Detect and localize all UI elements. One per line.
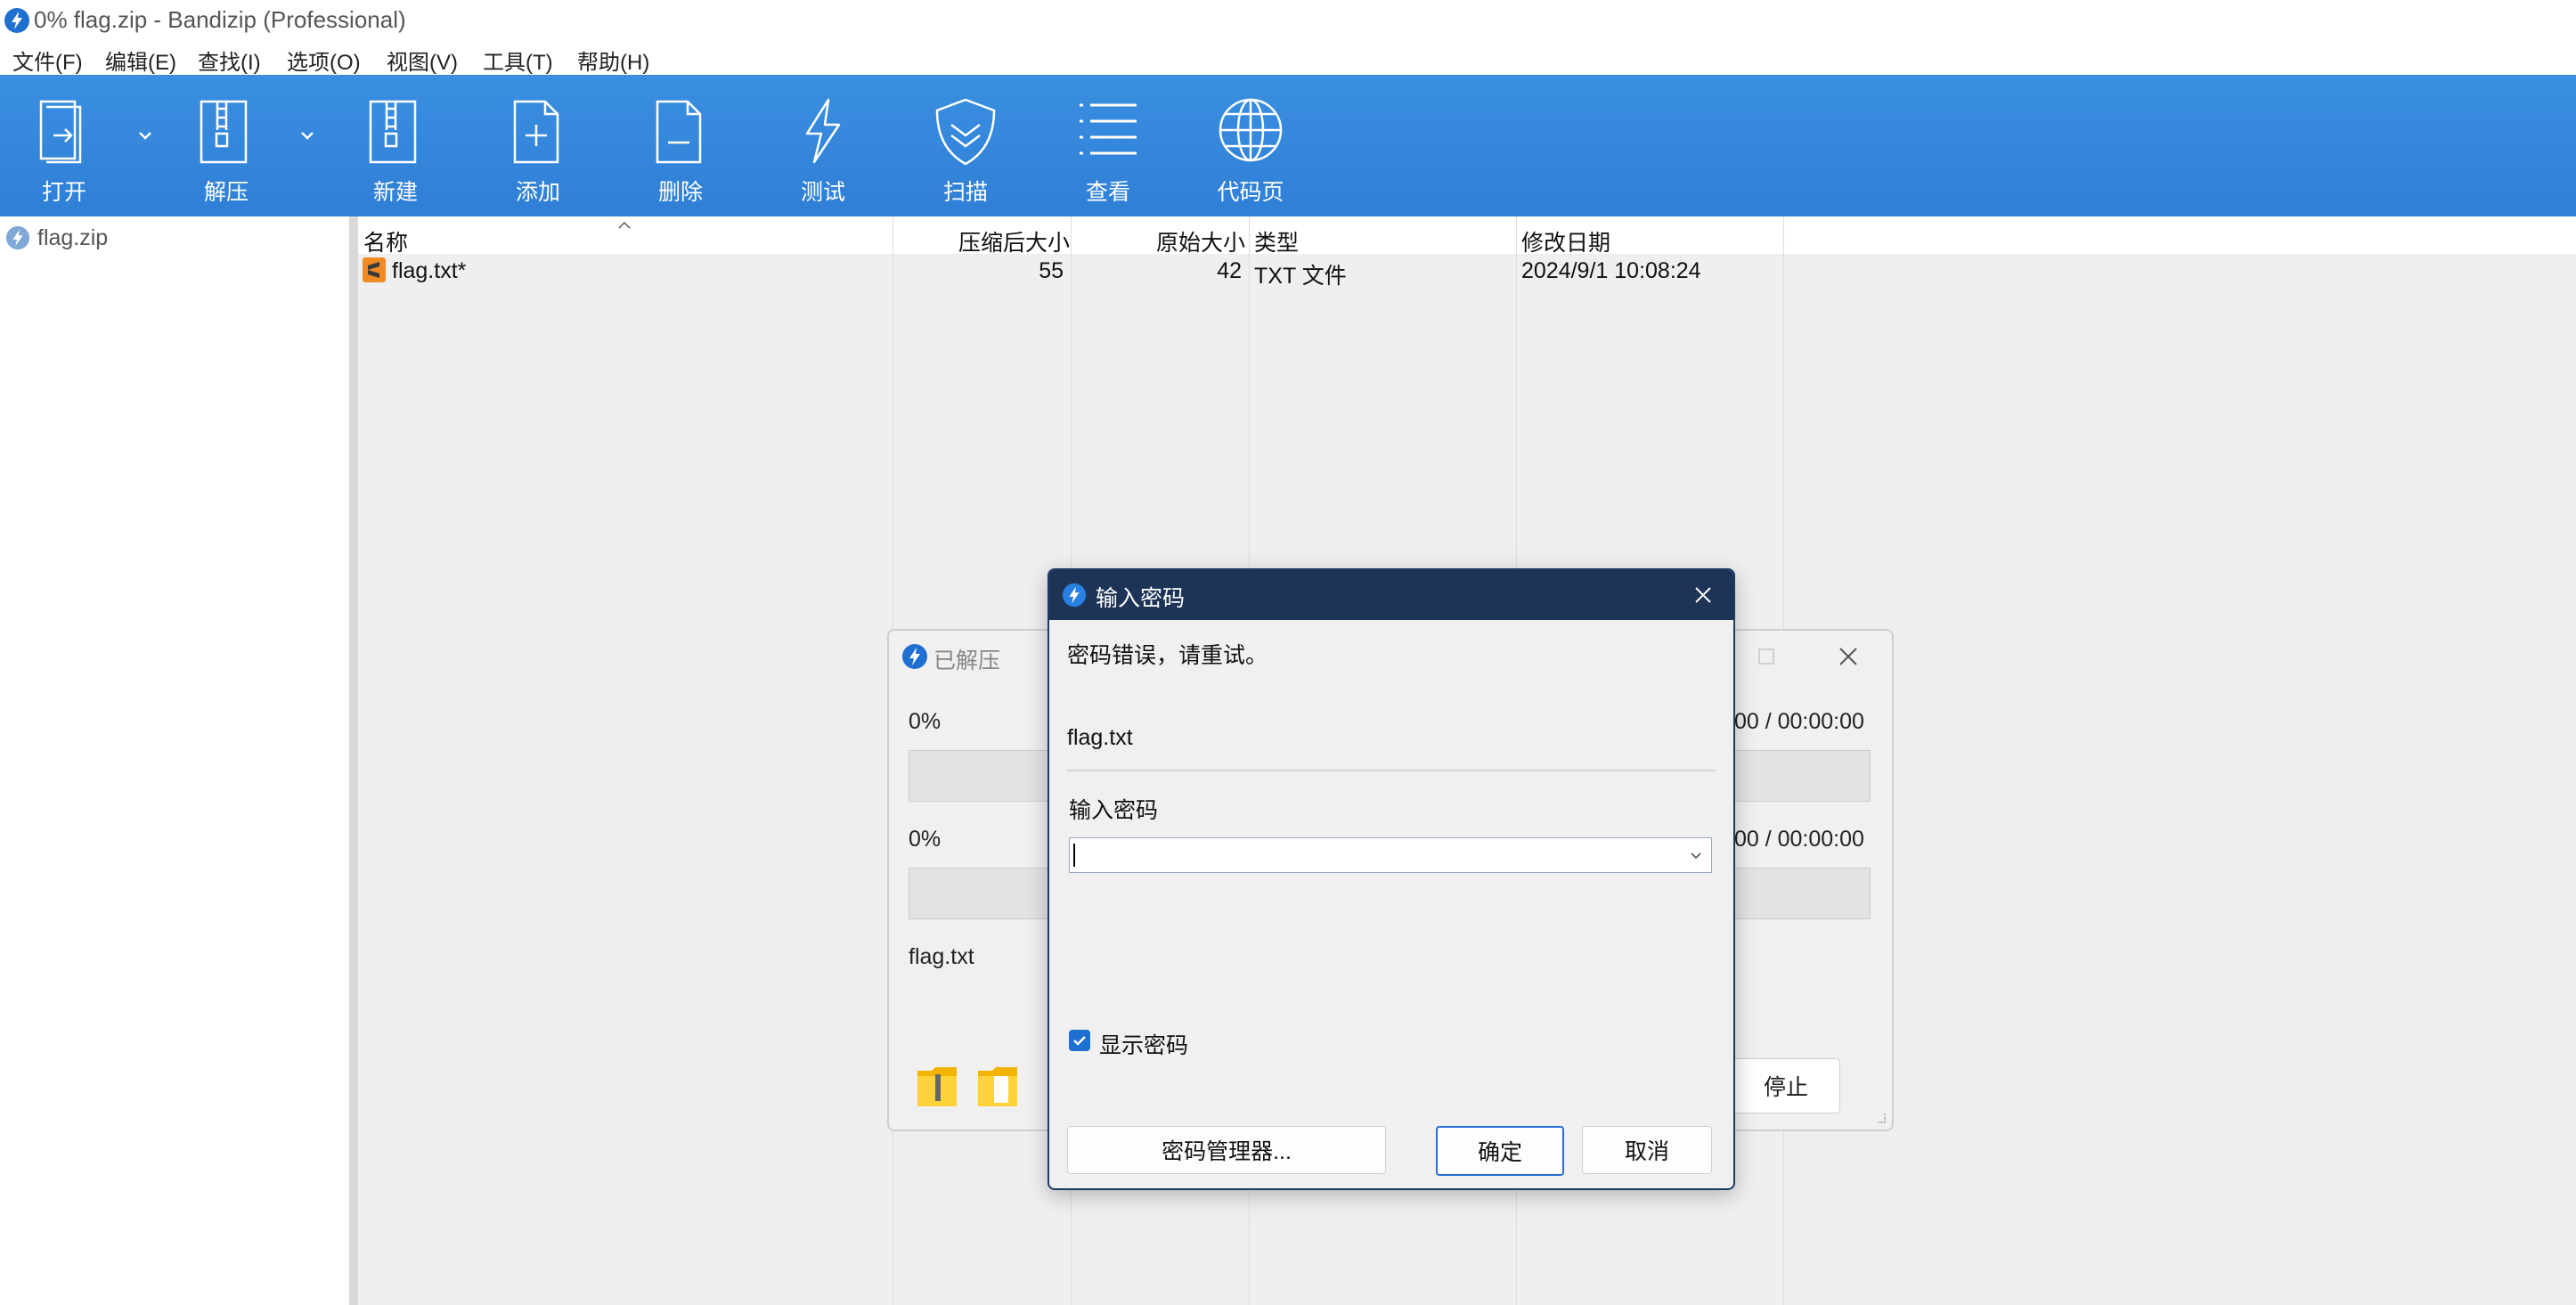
menu-file[interactable]: 文件(F) bbox=[12, 45, 83, 76]
menu-tools[interactable]: 工具(T) bbox=[483, 45, 553, 76]
extract-button[interactable]: 解压 bbox=[164, 75, 289, 216]
text-cursor bbox=[1073, 844, 1075, 867]
add-button[interactable]: 添加 bbox=[476, 75, 600, 216]
folder-tree: flag.zip bbox=[0, 216, 349, 1305]
progress2-percent: 0% bbox=[909, 827, 942, 852]
checkmark-icon bbox=[1073, 1036, 1086, 1046]
menu-options[interactable]: 选项(O) bbox=[287, 45, 361, 76]
cell-packed-size: 55 bbox=[1039, 258, 1064, 283]
new-archive-icon bbox=[369, 100, 417, 164]
column-header-packed-size[interactable]: 压缩后大小 bbox=[958, 225, 1070, 257]
sort-ascending-icon bbox=[618, 221, 631, 229]
new-label: 新建 bbox=[372, 180, 418, 205]
delete-file-icon bbox=[656, 100, 702, 164]
extract-label: 解压 bbox=[203, 180, 249, 205]
test-label: 测试 bbox=[800, 180, 845, 205]
menu-view[interactable]: 视图(V) bbox=[387, 45, 458, 76]
bandizip-logo-icon bbox=[1062, 583, 1087, 608]
extract-dropdown-chevron-icon[interactable] bbox=[294, 118, 321, 153]
delete-label: 删除 bbox=[657, 180, 703, 205]
open-icon bbox=[39, 100, 82, 164]
open-dropdown-chevron-icon[interactable] bbox=[132, 118, 159, 153]
zip-folder-icon bbox=[917, 1067, 957, 1106]
add-file-icon bbox=[513, 100, 559, 164]
progress1-percent: 0% bbox=[909, 709, 942, 734]
column-header-original-size[interactable]: 原始大小 bbox=[1156, 225, 1245, 257]
column-header-type[interactable]: 类型 bbox=[1254, 225, 1299, 257]
menu-find[interactable]: 查找(I) bbox=[198, 45, 261, 76]
zip-extract-icon bbox=[200, 100, 248, 164]
open-label: 打开 bbox=[41, 180, 86, 205]
password-input[interactable] bbox=[1073, 840, 1683, 870]
current-file: flag.txt bbox=[909, 944, 974, 969]
globe-icon bbox=[1219, 98, 1283, 162]
menu-edit[interactable]: 编辑(E) bbox=[105, 45, 176, 76]
cell-type: TXT 文件 bbox=[1254, 264, 1347, 289]
sublime-text-file-icon bbox=[363, 257, 386, 282]
lightning-icon bbox=[805, 98, 841, 164]
close-icon[interactable] bbox=[1691, 583, 1716, 608]
menu-bar: 文件(F) 编辑(E) 查找(I) 选项(O) 视图(V) 工具(T) 帮助(H… bbox=[0, 39, 2576, 75]
add-label: 添加 bbox=[515, 180, 560, 205]
view-label: 查看 bbox=[1085, 180, 1130, 205]
progress2-time: :00 / 00:00:00 bbox=[1728, 827, 1864, 852]
cell-modified: 2024/9/1 10:08:24 bbox=[1521, 258, 1701, 283]
divider bbox=[1067, 770, 1716, 771]
test-button[interactable]: 测试 bbox=[761, 75, 885, 216]
view-button[interactable]: 查看 bbox=[1046, 75, 1170, 216]
cell-name: flag.txt* bbox=[392, 258, 467, 283]
column-header-name[interactable]: 名称 bbox=[363, 225, 408, 257]
panel-splitter[interactable] bbox=[349, 216, 358, 1305]
toolbar: 打开 解压 新建 添加 删除 测试 扫描 查看 代码页 bbox=[0, 75, 2576, 216]
close-icon[interactable] bbox=[1837, 645, 1860, 668]
new-button[interactable]: 新建 bbox=[333, 75, 458, 216]
cancel-button[interactable]: 取消 bbox=[1582, 1126, 1712, 1174]
cell-original-size: 42 bbox=[1217, 258, 1242, 283]
progress1-time: :00 / 00:00:00 bbox=[1728, 709, 1864, 734]
bandizip-logo-icon bbox=[4, 8, 29, 33]
shield-icon bbox=[935, 98, 996, 166]
show-password-label[interactable]: 显示密码 bbox=[1099, 1028, 1188, 1060]
password-dialog-titlebar: 输入密码 bbox=[1049, 570, 1733, 620]
chevron-down-icon[interactable] bbox=[1686, 845, 1706, 865]
menu-help[interactable]: 帮助(H) bbox=[577, 45, 649, 76]
ok-button[interactable]: 确定 bbox=[1436, 1126, 1564, 1176]
extract-dialog-title: 已解压 bbox=[933, 648, 1001, 673]
list-view-icon bbox=[1080, 103, 1137, 155]
open-button[interactable]: 打开 bbox=[2, 75, 126, 216]
scan-button[interactable]: 扫描 bbox=[903, 75, 1028, 216]
password-dialog: 输入密码 密码错误，请重试。 flag.txt 输入密码 显示密码 密码管理器.… bbox=[1048, 568, 1735, 1190]
list-header: 名称 压缩后大小 原始大小 类型 修改日期 bbox=[358, 216, 2576, 257]
stop-button[interactable]: 停止 bbox=[1732, 1058, 1840, 1113]
column-header-modified[interactable]: 修改日期 bbox=[1521, 225, 1610, 257]
password-input-label: 输入密码 bbox=[1069, 798, 1159, 823]
scan-label: 扫描 bbox=[942, 180, 988, 205]
tree-item-label: flag.zip bbox=[37, 225, 109, 250]
archive-filename: flag.txt bbox=[1067, 725, 1133, 750]
codepage-label: 代码页 bbox=[1217, 180, 1284, 205]
password-manager-button[interactable]: 密码管理器... bbox=[1067, 1126, 1386, 1174]
resize-grip-icon[interactable] bbox=[1872, 1110, 1887, 1124]
maximize-icon[interactable] bbox=[1757, 647, 1776, 666]
title-bar: 0% flag.zip - Bandizip (Professional) bbox=[0, 0, 2576, 39]
archive-icon bbox=[5, 225, 30, 250]
bandizip-logo-icon bbox=[902, 644, 927, 669]
window-title: 0% flag.zip - Bandizip (Professional) bbox=[34, 6, 406, 33]
password-combobox[interactable] bbox=[1069, 837, 1712, 873]
codepage-button[interactable]: 代码页 bbox=[1188, 75, 1313, 216]
show-password-checkbox[interactable] bbox=[1069, 1030, 1090, 1051]
folder-icon bbox=[978, 1067, 1017, 1106]
delete-button[interactable]: 删除 bbox=[618, 75, 743, 216]
password-dialog-title: 输入密码 bbox=[1096, 586, 1186, 611]
error-message: 密码错误，请重试。 bbox=[1067, 643, 1268, 668]
